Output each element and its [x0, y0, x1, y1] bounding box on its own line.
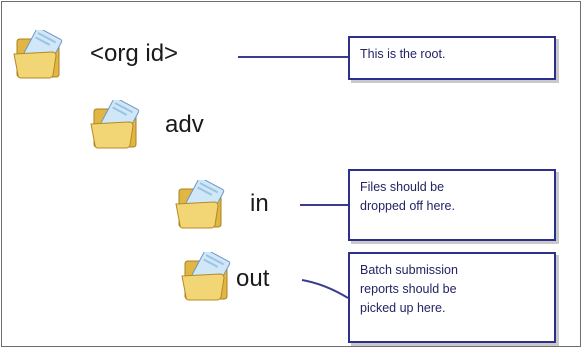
callout-out-line-2: reports should be: [360, 282, 457, 296]
out-connector: [301, 279, 349, 299]
folder-label-adv: adv: [165, 111, 204, 138]
open-folder-icon: [181, 252, 231, 301]
folder-icon-out: [180, 252, 236, 302]
folder-label-in: in: [250, 190, 269, 217]
folder-label-out: out: [236, 265, 270, 292]
folder-icon-root: [12, 30, 68, 80]
folder-structure-diagram: <org id> adv in out This is the root. Fi…: [0, 0, 584, 350]
callout-in: Files should be dropped off here.: [348, 169, 556, 241]
open-folder-icon: [90, 100, 140, 149]
callout-in-line-1: Files should be: [360, 180, 445, 194]
open-folder-icon: [13, 30, 63, 79]
open-folder-icon: [175, 180, 225, 229]
callout-root-text: This is the root.: [360, 47, 446, 61]
folder-icon-adv: [89, 100, 145, 150]
callout-in-line-2: dropped off here.: [360, 199, 455, 213]
callout-out: Batch submission reports should be picke…: [348, 252, 556, 343]
folder-icon-in: [174, 180, 230, 230]
callout-out-line-3: picked up here.: [360, 301, 446, 315]
callout-out-line-1: Batch submission: [360, 263, 458, 277]
folder-label-root: <org id>: [90, 40, 179, 67]
callout-root: This is the root.: [348, 36, 556, 80]
